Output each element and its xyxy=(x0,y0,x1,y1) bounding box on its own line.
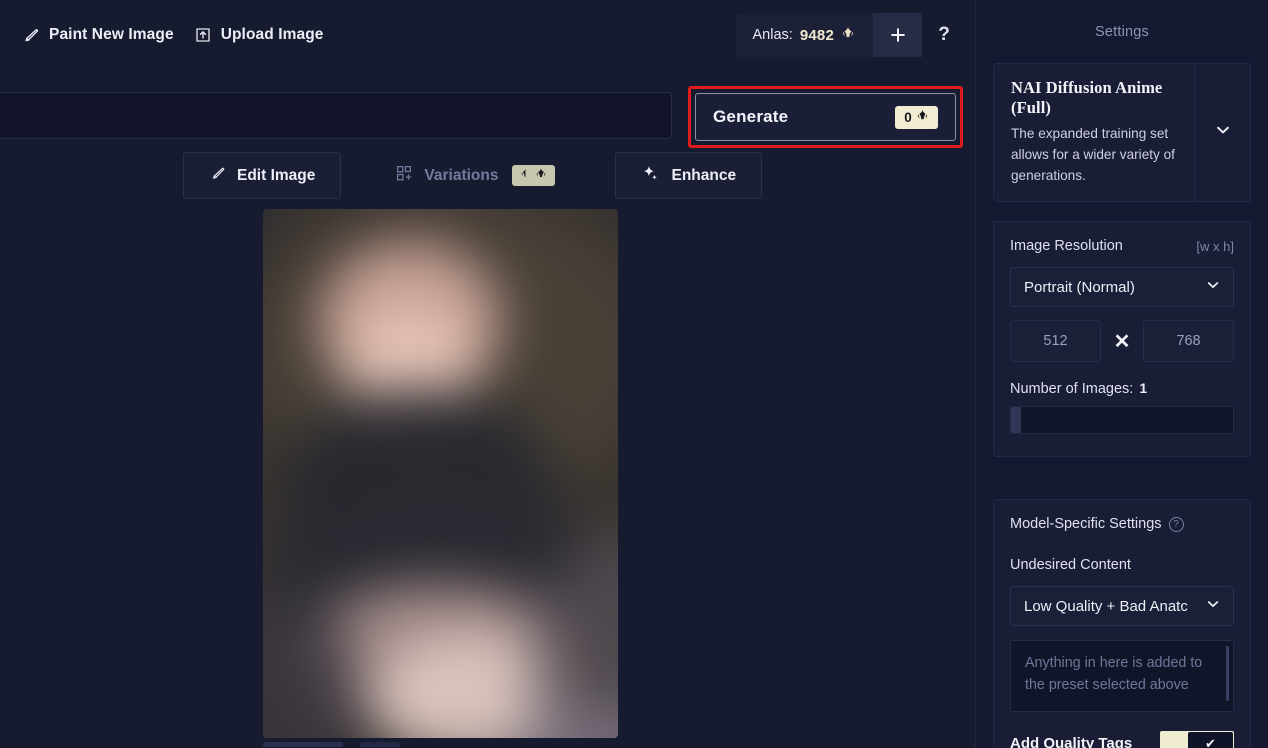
model-selector-card[interactable]: NAI Diffusion Anime (Full) The expanded … xyxy=(993,63,1251,203)
anlas-currency-icon xyxy=(841,26,855,45)
generate-highlight-box: Generate 0 xyxy=(688,86,963,148)
enhance-label: Enhance xyxy=(671,166,737,184)
add-quality-tags-label: Add Quality Tags xyxy=(1010,735,1133,748)
width-input[interactable]: 512 xyxy=(1010,320,1101,363)
help-circle-icon[interactable]: ? xyxy=(1168,516,1184,532)
textarea-scrollbar[interactable] xyxy=(1226,646,1229,702)
variations-button[interactable]: Variations xyxy=(369,152,581,199)
add-anlas-button[interactable] xyxy=(873,13,922,57)
sparkle-icon xyxy=(641,164,660,188)
model-specific-header: Model-Specific Settings ? xyxy=(1010,516,1234,532)
dimension-separator-icon: ✕ xyxy=(1113,330,1131,353)
model-specific-settings-card: Model-Specific Settings ? Undesired Cont… xyxy=(993,499,1251,748)
generated-image-content xyxy=(263,209,618,738)
undesired-content-preset-value: Low Quality + Bad Anatc xyxy=(1024,597,1188,615)
add-quality-tags-toggle[interactable]: ✔ xyxy=(1160,731,1234,748)
generate-label: Generate xyxy=(713,107,789,126)
top-toolbar: Paint New Image Upload Image Anlas: 9482 xyxy=(0,0,975,70)
anlas-label: Anlas: xyxy=(752,27,793,43)
variations-grid-icon xyxy=(395,164,413,187)
paintbrush-icon xyxy=(21,26,40,45)
anlas-half-icon xyxy=(520,167,531,185)
anlas-balance-button[interactable]: Anlas: 9482 xyxy=(735,13,873,57)
undesired-content-preset-select[interactable]: Low Quality + Bad Anatc xyxy=(1010,586,1234,627)
model-name: NAI Diffusion Anime (Full) xyxy=(1011,78,1163,117)
edit-image-button[interactable]: Edit Image xyxy=(183,152,342,199)
anlas-currency-icon xyxy=(916,109,929,125)
upload-image-label: Upload Image xyxy=(220,26,324,43)
toggle-knob-checkmark-icon: ✔ xyxy=(1188,732,1233,748)
generate-cost-value: 0 xyxy=(904,109,912,125)
paint-new-image-button[interactable]: Paint New Image xyxy=(21,26,174,45)
resolution-dimensions: 512 ✕ 768 xyxy=(1010,320,1234,363)
undesired-content-textarea[interactable]: Anything in here is added to the preset … xyxy=(1010,640,1234,713)
resolution-preset-select[interactable]: Portrait (Normal) xyxy=(1010,267,1234,308)
model-expand-button[interactable] xyxy=(1194,64,1250,202)
model-description: The expanded training set allows for a w… xyxy=(1011,126,1175,184)
chevron-down-icon xyxy=(1205,596,1221,617)
settings-title: Settings xyxy=(1095,24,1149,40)
upload-image-button[interactable]: Upload Image xyxy=(194,26,324,44)
number-of-images-value: 1 xyxy=(1139,380,1148,397)
model-specific-settings-label: Model-Specific Settings xyxy=(1010,516,1162,533)
paint-new-image-label: Paint New Image xyxy=(49,26,174,43)
question-mark-icon: ? xyxy=(938,24,950,45)
number-of-images-label: Number of Images: xyxy=(1010,381,1134,398)
image-resolution-label: Image Resolution xyxy=(1010,238,1123,255)
width-value: 512 xyxy=(1043,333,1068,350)
height-input[interactable]: 768 xyxy=(1143,320,1234,363)
plus-icon xyxy=(888,25,908,45)
image-thumbnail-strip-secondary[interactable] xyxy=(360,742,400,747)
image-thumbnail-strip[interactable] xyxy=(263,742,343,747)
generate-cost-badge: 0 xyxy=(895,105,938,129)
chevron-down-icon xyxy=(1214,121,1232,144)
prompt-input-value xyxy=(0,93,671,121)
variations-cost-badge xyxy=(512,165,556,186)
number-of-images-slider[interactable] xyxy=(1010,406,1234,435)
edit-image-label: Edit Image xyxy=(237,166,316,184)
anlas-value: 9482 xyxy=(799,26,834,44)
add-quality-tags-row: Add Quality Tags ✔ xyxy=(1010,731,1234,748)
main-content-area: Paint New Image Upload Image Anlas: 9482 xyxy=(0,0,975,748)
novelai-image-generation-app: Paint New Image Upload Image Anlas: 9482 xyxy=(0,0,1268,748)
image-resolution-card: Image Resolution [w x h] Portrait (Norma… xyxy=(993,221,1251,458)
enhance-button[interactable]: Enhance xyxy=(615,152,763,199)
number-of-images-row: Number of Images: 1 xyxy=(1010,380,1234,397)
account-controls: Anlas: 9482 ? xyxy=(735,13,966,57)
anlas-currency-icon xyxy=(535,167,547,185)
image-actions-row: Edit Image Variations Enhance xyxy=(183,152,763,199)
chevron-down-icon xyxy=(1205,277,1221,298)
resolution-header: Image Resolution [w x h] xyxy=(1010,238,1234,254)
prompt-row: Generate 0 xyxy=(0,86,975,148)
upload-icon xyxy=(194,26,212,44)
undesired-content-label: Undesired Content xyxy=(1010,557,1131,574)
settings-panel: Settings NAI Diffusion Anime (Full) The … xyxy=(975,0,1268,748)
resolution-preset-value: Portrait (Normal) xyxy=(1024,278,1135,296)
undesired-content-placeholder: Anything in here is added to the preset … xyxy=(1025,655,1203,694)
resolution-hint: [w x h] xyxy=(1196,238,1234,254)
pencil-icon xyxy=(209,165,226,187)
model-info: NAI Diffusion Anime (Full) The expanded … xyxy=(994,64,1194,201)
generated-image-preview[interactable] xyxy=(263,209,618,738)
height-value: 768 xyxy=(1176,333,1201,350)
slider-thumb[interactable] xyxy=(1011,407,1021,434)
generate-button[interactable]: Generate 0 xyxy=(695,93,956,141)
variations-label: Variations xyxy=(424,166,499,184)
prompt-input[interactable] xyxy=(0,92,672,139)
help-button[interactable]: ? xyxy=(922,13,966,57)
